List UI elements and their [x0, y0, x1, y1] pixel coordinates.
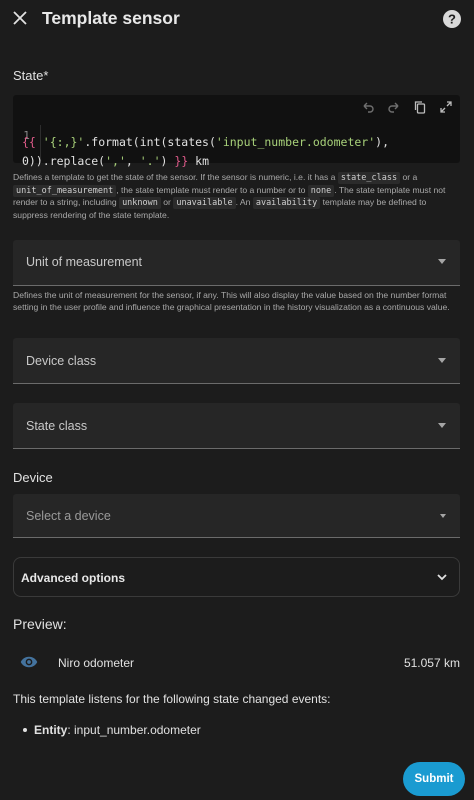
dialog-header: Template sensor ? — [0, 0, 474, 40]
help-circle-icon: ? — [443, 10, 461, 28]
dialog-title: Template sensor — [42, 8, 180, 28]
editor-toolbar — [360, 99, 454, 115]
device-section-label: Device — [13, 470, 53, 485]
close-button[interactable] — [8, 4, 32, 32]
listen-description: This template listens for the following … — [13, 692, 331, 706]
dropdown-arrow-icon — [438, 358, 446, 363]
help-text-segment: Defines a template to get the state of t… — [13, 172, 336, 182]
advanced-options-label: Advanced options — [21, 571, 126, 585]
code-token: , — [125, 154, 140, 168]
device-picker[interactable]: Select a device — [13, 494, 460, 538]
code-token: '.' — [139, 154, 161, 168]
copy-icon[interactable] — [412, 99, 428, 115]
select-label: Unit of measurement — [26, 255, 143, 269]
listen-list-item: Entity: input_number.odometer — [23, 723, 201, 737]
submit-button[interactable]: Submit — [403, 762, 465, 796]
code-token: ',' — [105, 154, 126, 168]
help-button[interactable]: ? — [441, 8, 463, 30]
help-code: unit_of_measurement — [13, 184, 117, 197]
help-code: availability — [252, 197, 321, 209]
state-help-text: Defines a template to get the state of t… — [13, 172, 458, 221]
help-code: unknown — [119, 197, 161, 209]
preview-entity-row[interactable]: Niro odometer 51.057 km — [0, 650, 474, 676]
state-class-select[interactable]: State class — [13, 403, 460, 449]
code-token: }} — [174, 154, 189, 168]
help-code: state_class — [337, 172, 401, 184]
code-token: 'input_number.odometer' — [215, 135, 376, 149]
help-text-segment: . An — [235, 197, 251, 207]
select-label: State class — [26, 419, 88, 433]
device-class-select[interactable]: Device class — [13, 338, 460, 384]
dropdown-arrow-icon — [440, 514, 446, 518]
code-token: {{ — [22, 135, 36, 149]
code-token: .format(int(states( — [84, 135, 216, 149]
listen-item-value: : input_number.odometer — [67, 723, 201, 737]
undo-icon[interactable] — [360, 99, 376, 115]
listen-item-label: Entity — [34, 723, 68, 737]
code-token: km — [188, 154, 210, 168]
advanced-options-expander[interactable]: Advanced options — [13, 557, 460, 597]
entity-name: Niro odometer — [58, 656, 135, 670]
help-text-segment: or a — [402, 172, 418, 182]
help-text-segment: , the state template must render to a nu… — [116, 184, 306, 195]
preview-title: Preview: — [13, 616, 67, 632]
code-token: ) — [160, 154, 168, 168]
dropdown-arrow-icon — [438, 423, 446, 428]
code-token: 0)).replace( — [22, 154, 106, 168]
help-text-segment: or — [163, 197, 171, 207]
dropdown-arrow-icon — [438, 259, 446, 264]
eye-icon — [20, 656, 38, 668]
code-line-2: 0)).replace(',', '.') }} km — [22, 152, 458, 171]
unit-of-measurement-select[interactable]: Unit of measurement — [13, 240, 460, 286]
code-content[interactable]: {{ '{:,}'.format(int(states('input_numbe… — [22, 133, 458, 171]
fullscreen-icon[interactable] — [438, 99, 454, 115]
unit-help-text: Defines the unit of measurement for the … — [13, 290, 450, 312]
redo-icon[interactable] — [386, 99, 402, 115]
code-token: '{:,}' — [42, 135, 85, 149]
chevron-down-icon — [437, 574, 447, 581]
code-token: ), — [375, 135, 390, 149]
help-code: unavailable — [173, 197, 236, 209]
entity-state-value: 51.057 km — [403, 656, 460, 670]
svg-text:?: ? — [448, 12, 456, 27]
select-label: Device class — [26, 354, 97, 368]
close-icon — [13, 11, 27, 25]
code-line-1: {{ '{:,}'.format(int(states('input_numbe… — [22, 133, 458, 152]
state-label: State* — [13, 68, 49, 83]
help-code: none — [307, 184, 335, 197]
device-placeholder: Select a device — [26, 509, 111, 523]
